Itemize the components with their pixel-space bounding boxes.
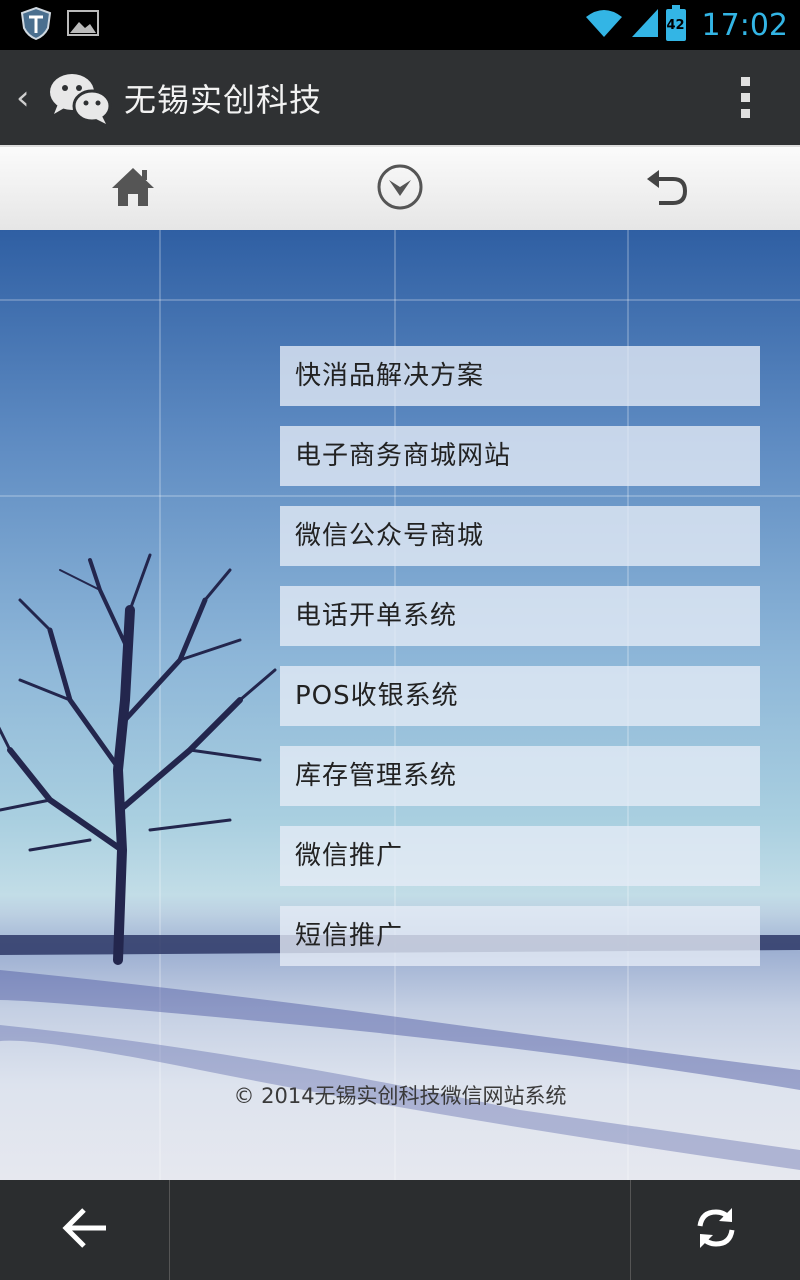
back-chevron-icon[interactable]: ‹: [16, 78, 40, 118]
image-icon: [66, 9, 100, 41]
menu-item[interactable]: 微信推广: [280, 826, 760, 886]
menu-item[interactable]: 电子商务商城网站: [280, 426, 760, 486]
tree-illustration: [0, 553, 277, 965]
menu-item[interactable]: 库存管理系统: [280, 746, 760, 806]
arrow-left-icon: [60, 1206, 110, 1254]
status-bar: 42 17:02: [0, 0, 800, 50]
copyright-text: © 2014无锡实创科技微信网站系统: [233, 1084, 567, 1108]
content-area: 快消品解决方案 电子商务商城网站 微信公众号商城 电话开单系统 POS收银系统 …: [0, 230, 800, 1180]
dropdown-button[interactable]: [360, 159, 440, 219]
overflow-menu-icon[interactable]: [741, 77, 750, 118]
app-title: 无锡实创科技: [124, 80, 323, 119]
menu-item[interactable]: 微信公众号商城: [280, 506, 760, 566]
bottom-bar: [0, 1180, 800, 1280]
bottom-bar-spacer: [170, 1180, 630, 1280]
wechat-logo-icon[interactable]: [48, 70, 112, 126]
menu-list: 快消品解决方案 电子商务商城网站 微信公众号商城 电话开单系统 POS收银系统 …: [280, 346, 760, 986]
home-icon: [110, 166, 156, 212]
refresh-button[interactable]: [630, 1180, 800, 1280]
refresh-icon: [692, 1204, 740, 1256]
undo-button[interactable]: [627, 159, 707, 219]
dropdown-circle-icon: [376, 163, 424, 215]
wifi-icon: [584, 7, 624, 43]
menu-item[interactable]: 电话开单系统: [280, 586, 760, 646]
home-button[interactable]: [93, 159, 173, 219]
page-nav-bar: [0, 145, 800, 230]
menu-item[interactable]: POS收银系统: [280, 666, 760, 726]
menu-item[interactable]: 快消品解决方案: [280, 346, 760, 406]
status-clock: 17:02: [701, 7, 788, 43]
browser-back-button[interactable]: [0, 1180, 170, 1280]
action-bar: ‹ 无锡实创科技: [0, 50, 800, 145]
battery-level: 42: [666, 17, 685, 33]
signal-icon: [630, 7, 660, 43]
battery-icon: 42: [665, 5, 686, 41]
shield-icon: [20, 6, 52, 44]
menu-item[interactable]: 短信推广: [280, 906, 760, 966]
undo-icon: [645, 167, 689, 211]
